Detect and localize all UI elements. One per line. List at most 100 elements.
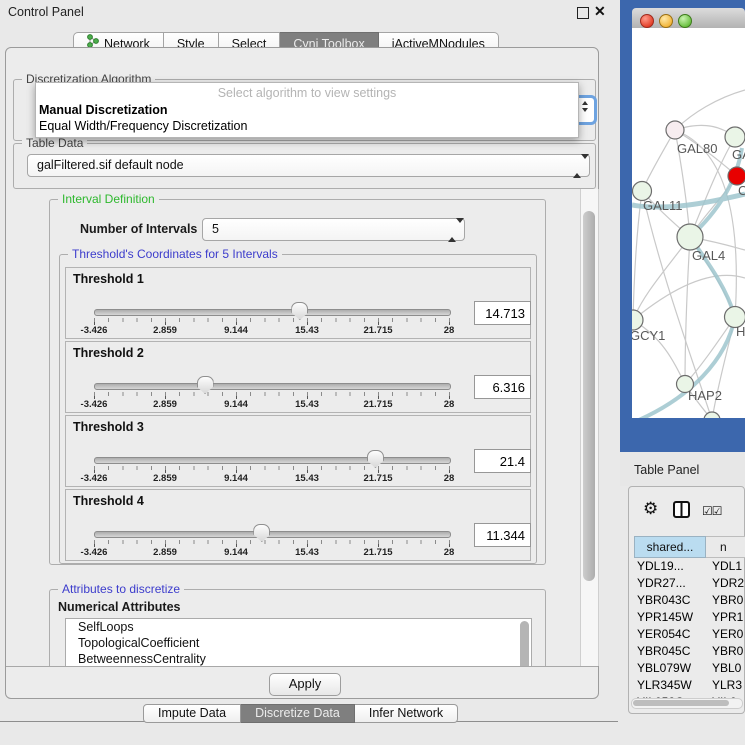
threshold-label: Threshold 4 [73,494,144,508]
dropdown-item-equal-width[interactable]: Equal Width/Frequency Discretization [39,119,247,133]
close-icon[interactable]: ✕ [594,3,606,20]
slider-track[interactable] [94,531,451,538]
network-view-window: GAL80 GA C GAL11 GAL4 GCY1 H HAP2 [620,0,745,452]
threshold-2-panel: Threshold 2 -3.426 2.859 9.144 15.43 21.… [65,341,531,413]
tick-label: -3.426 [81,547,108,558]
tick-label: 2.859 [153,399,177,410]
numerical-attributes-list[interactable]: SelfLoops TopologicalCoefficient Between… [65,618,532,666]
svg-text:HAP2: HAP2 [688,388,722,403]
table-row[interactable]: YPR145WYPR1 [634,609,744,626]
slider-minor-ticks [94,540,450,544]
tick-label: 15.43 [295,399,319,410]
spinner-arrows-icon [448,223,456,237]
float-window-icon[interactable] [577,7,589,19]
tick-label: 15.43 [295,547,319,558]
node-gal4[interactable] [677,224,703,250]
tick-label: 28 [444,473,455,484]
column-header-name[interactable]: n [706,536,745,558]
slider-minor-ticks [94,392,450,396]
checked-checkboxes-icon[interactable]: ☑☑ [702,504,722,518]
tick-label: 21.715 [363,547,392,558]
group-title: Interval Definition [58,192,159,206]
table-horizontal-scrollbar-thumb[interactable] [633,700,729,706]
table-header: shared... n [634,536,745,558]
thresholds-group: Threshold's Coordinates for 5 Intervals … [59,254,537,564]
numerical-attributes-label: Numerical Attributes [58,600,180,614]
svg-text:GAL11: GAL11 [643,198,683,213]
svg-text:H: H [736,324,745,339]
close-traffic-light-icon[interactable] [640,14,654,28]
threshold-value-field[interactable] [474,375,531,399]
tick-label: -3.426 [81,473,108,484]
apply-strip: Apply [6,666,598,698]
tab-discretize-data[interactable]: Discretize Data [241,704,355,723]
gear-icon[interactable]: ⚙ [643,499,658,519]
table-panel-titlebar: Table Panel [620,452,745,486]
list-item[interactable]: BetweennessCentrality [66,651,531,666]
table-row[interactable]: YLR345WYLR3 [634,677,744,694]
cyni-toolbox-panel: Discretization Algorithm Table Data galF… [5,47,599,699]
threshold-label: Threshold 2 [73,346,144,360]
list-scrollbar[interactable] [520,621,529,666]
network-canvas[interactable]: GAL80 GA C GAL11 GAL4 GCY1 H HAP2 [632,28,745,418]
threshold-3-panel: Threshold 3 -3.426 2.859 9.144 15.43 21.… [65,415,531,487]
network-window-titlebar[interactable] [632,8,745,29]
tab-infer-network[interactable]: Infer Network [355,704,458,723]
interval-definition-group: Interval Definition Number of Intervals … [49,199,546,565]
tick-label: 9.144 [224,547,248,558]
control-panel-titlebar: Control Panel ✕ [0,0,618,25]
split-columns-icon[interactable] [673,501,690,523]
tick-label: 9.144 [224,325,248,336]
tick-label: 9.144 [224,399,248,410]
slider-track[interactable] [94,457,451,464]
dropdown-hint-item[interactable]: Select algorithm to view settings [36,86,578,100]
table-horizontal-scrollbar[interactable] [631,698,743,709]
table-row[interactable]: YBL079WYBL0 [634,660,744,677]
svg-text:C: C [738,183,745,198]
column-header-shared[interactable]: shared... [634,536,706,558]
minimize-traffic-light-icon[interactable] [659,14,673,28]
threshold-value-field[interactable] [474,523,531,547]
slider-track[interactable] [94,309,451,316]
slider-track[interactable] [94,383,451,390]
screen: Control Panel ✕ Network Style Select [0,0,745,745]
tick-label: 21.715 [363,399,392,410]
zoom-traffic-light-icon[interactable] [678,14,692,28]
group-title: Threshold's Coordinates for 5 Intervals [68,247,282,261]
combobox-value: 5 [212,222,219,236]
list-item[interactable]: SelfLoops [66,619,531,635]
number-of-intervals-combobox[interactable]: 5 [202,218,465,241]
tick-label: -3.426 [81,399,108,410]
slider-minor-ticks [94,466,450,470]
threshold-value-field[interactable] [474,301,531,325]
panel-scrollbar[interactable] [580,189,599,666]
dropdown-item-manual-discretization[interactable]: Manual Discretization [39,103,168,117]
table-row[interactable]: YDL19...YDL1 [634,558,744,575]
tick-label: 15.43 [295,473,319,484]
tab-impute-data[interactable]: Impute Data [143,704,241,723]
scroll-viewport: Interval Definition Number of Intervals … [6,189,579,666]
tick-label: 21.715 [363,473,392,484]
svg-text:GAL80: GAL80 [677,141,717,156]
spinner-arrows-icon [573,159,581,173]
table-row[interactable]: YDR27...YDR2 [634,575,744,592]
node-ga[interactable] [725,127,745,147]
combobox-value: galFiltered.sif default node [37,158,184,172]
svg-text:GA: GA [732,147,745,162]
node-gal80[interactable] [666,121,684,139]
attributes-group: Attributes to discretize Numerical Attri… [49,589,546,666]
table-row[interactable]: YBR043CYBR0 [634,592,744,609]
threshold-value-field[interactable] [474,449,531,473]
table-row[interactable]: YER054CYER0 [634,626,744,643]
table-data-combobox[interactable]: galFiltered.sif default node [27,154,590,177]
slider-minor-ticks [94,318,450,322]
tick-label: 28 [444,325,455,336]
panel-scrollbar-thumb[interactable] [583,211,595,581]
svg-text:GCY1: GCY1 [632,328,665,343]
table-row[interactable]: YBR045CYBR0 [634,643,744,660]
list-item[interactable]: TopologicalCoefficient [66,635,531,651]
apply-button[interactable]: Apply [269,673,341,696]
threshold-1-panel: Threshold 1 -3.426 2.859 9.144 15.43 21.… [65,267,531,339]
table-panel: ⚙ ☑☑ shared... n YDL19...YDL1 YDR27...YD… [628,486,745,714]
group-title: Table Data [22,136,87,150]
